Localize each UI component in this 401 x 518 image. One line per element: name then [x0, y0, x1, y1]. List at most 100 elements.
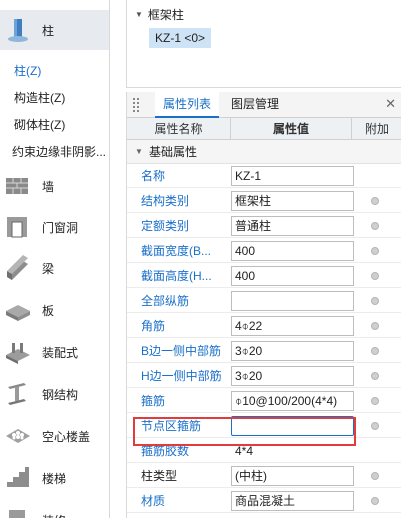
nav-item-steel-structure[interactable]: 钢结构 [0, 374, 109, 414]
nav-item-label: 楼梯 [42, 471, 67, 486]
property-value-cell: (中柱) [230, 466, 354, 486]
highlight-box [133, 417, 356, 446]
beam-icon [4, 255, 32, 281]
prefab-icon [4, 339, 32, 365]
nav-item-column[interactable]: 柱 [0, 10, 109, 50]
property-value-input[interactable]: 框架柱 [231, 191, 354, 211]
property-value-input[interactable]: 4⌽22 [231, 316, 354, 336]
property-value-input[interactable]: ⌽10@100/200(4*4) [231, 391, 354, 411]
extra-checkbox[interactable] [371, 222, 379, 230]
property-value-input[interactable]: (中柱) [231, 466, 354, 486]
property-value-input[interactable]: 商品混凝土 [231, 491, 354, 511]
nav-item-wall[interactable]: 墙 [0, 166, 109, 206]
property-name[interactable]: 定额类别 [141, 214, 229, 238]
slab-icon [4, 297, 32, 323]
tab-layer-management[interactable]: 图层管理 [223, 92, 287, 118]
wall-icon [4, 173, 32, 199]
steel-structure-icon [4, 381, 32, 407]
property-value-input[interactable]: 400 [231, 241, 354, 261]
property-value-input[interactable]: KZ-1 [231, 166, 354, 186]
property-value-cell [230, 291, 354, 311]
door-window-icon [4, 214, 32, 240]
stairs-icon [4, 465, 32, 491]
nav-item-slab[interactable]: 板 [0, 290, 109, 330]
property-name[interactable]: 结构类别 [141, 189, 229, 213]
collapse-arrow-icon[interactable]: ▼ [135, 140, 143, 164]
property-row[interactable]: 柱类型 (中柱) [127, 464, 401, 488]
extra-checkbox[interactable] [371, 422, 379, 430]
property-row[interactable]: 截面宽度(B... 400 [127, 239, 401, 263]
component-nav: 柱 柱(Z) 构造柱(Z) 砌体柱(Z) 约束边缘非阴影... 墙 门窗洞 梁 … [0, 0, 110, 518]
nav-item-label: 装配式 [42, 345, 79, 360]
property-row[interactable]: 名称 KZ-1 [127, 164, 401, 188]
extra-checkbox[interactable] [371, 247, 379, 255]
property-value-cell: 3⌽20 [230, 366, 354, 386]
nav-item-label: 墙 [42, 179, 55, 194]
nav-item-hollow-floor[interactable]: 空心楼盖 [0, 416, 109, 456]
property-row[interactable]: 全部纵筋 [127, 289, 401, 313]
extra-checkbox[interactable] [371, 372, 379, 380]
extra-checkbox[interactable] [371, 322, 379, 330]
property-value-cell: 400 [230, 266, 354, 286]
extra-checkbox[interactable] [371, 497, 379, 505]
property-value-input[interactable]: 3⌽20 [231, 341, 354, 361]
header-property-name: 属性名称 [154, 122, 203, 136]
property-value-cell: 4⌽22 [230, 316, 354, 336]
property-name[interactable]: 截面高度(H... [141, 264, 229, 288]
sub-item-column-z[interactable]: 柱(Z) [14, 62, 41, 79]
extra-checkbox[interactable] [371, 297, 379, 305]
property-row[interactable]: 箍筋 ⌽10@100/200(4*4) [127, 389, 401, 413]
property-value-input[interactable]: 普通柱 [231, 216, 354, 236]
sub-item-restraint-edge[interactable]: 约束边缘非阴影... [12, 143, 106, 160]
property-name[interactable]: 截面宽度(B... [141, 239, 229, 263]
hollow-floor-icon [4, 423, 32, 449]
property-name[interactable]: 箍筋 [141, 389, 229, 413]
component-tree: ▼ 框架柱 KZ-1 <0> [126, 0, 401, 88]
nav-item-label: 梁 [42, 261, 55, 276]
nav-item-beam[interactable]: 梁 [0, 248, 109, 288]
property-row[interactable]: 结构类别 框架柱 [127, 189, 401, 213]
property-row[interactable]: 材质 商品混凝土 [127, 489, 401, 513]
property-name[interactable]: 全部纵筋 [141, 289, 229, 313]
nav-item-stairs[interactable]: 楼梯 [0, 458, 109, 498]
nav-item-label: 板 [42, 303, 55, 318]
property-value-cell: 商品混凝土 [230, 491, 354, 511]
property-name[interactable]: 角筋 [141, 314, 229, 338]
property-name[interactable]: B边一侧中部筋 [141, 339, 229, 363]
extra-checkbox[interactable] [371, 272, 379, 280]
property-row[interactable]: 截面高度(H... 400 [127, 264, 401, 288]
tree-node-selected[interactable]: KZ-1 <0> [149, 28, 212, 48]
sub-item-constructional-column[interactable]: 构造柱(Z) [14, 89, 65, 106]
header-property-value: 属性值 [230, 118, 352, 140]
property-row[interactable]: 角筋 4⌽22 [127, 314, 401, 338]
extra-checkbox[interactable] [371, 397, 379, 405]
collapse-arrow-icon[interactable]: ▼ [135, 10, 143, 19]
extra-checkbox[interactable] [371, 197, 379, 205]
property-value-input[interactable] [231, 291, 354, 311]
nav-item-label: 门窗洞 [42, 220, 79, 235]
group-basic-properties[interactable]: ▼ 基础属性 [127, 140, 401, 164]
property-panel: 属性列表 图层管理 ✕ 属性名称 属性值 附加 ▼ 基础属性 名称 KZ-1 结构类… [126, 92, 401, 518]
nav-item-prefab[interactable]: 装配式 [0, 332, 109, 372]
nav-item-decoration[interactable]: 装修 [0, 500, 109, 518]
property-name[interactable]: 名称 [141, 164, 229, 188]
panel-tabs: 属性列表 图层管理 ✕ [127, 92, 401, 118]
property-row[interactable]: B边一侧中部筋 3⌽20 [127, 339, 401, 363]
decoration-icon [4, 507, 32, 518]
tree-node-frame-column[interactable]: ▼ 框架柱 [135, 6, 184, 23]
sub-item-masonry-column[interactable]: 砌体柱(Z) [14, 116, 65, 133]
property-value-input[interactable]: 3⌽20 [231, 366, 354, 386]
property-value-input[interactable]: 400 [231, 266, 354, 286]
property-table-header: 属性名称 属性值 附加 [127, 118, 401, 140]
property-name[interactable]: 材质 [141, 489, 229, 513]
close-icon[interactable]: ✕ [385, 96, 396, 112]
nav-item-door-window[interactable]: 门窗洞 [0, 207, 109, 247]
drag-grip-icon[interactable] [133, 98, 139, 112]
extra-checkbox[interactable] [371, 472, 379, 480]
header-extra: 附加 [364, 122, 389, 136]
property-name[interactable]: H边一侧中部筋 [141, 364, 229, 388]
tab-property-list[interactable]: 属性列表 [155, 92, 220, 118]
property-row[interactable]: 定额类别 普通柱 [127, 214, 401, 238]
property-row[interactable]: H边一侧中部筋 3⌽20 [127, 364, 401, 388]
extra-checkbox[interactable] [371, 347, 379, 355]
